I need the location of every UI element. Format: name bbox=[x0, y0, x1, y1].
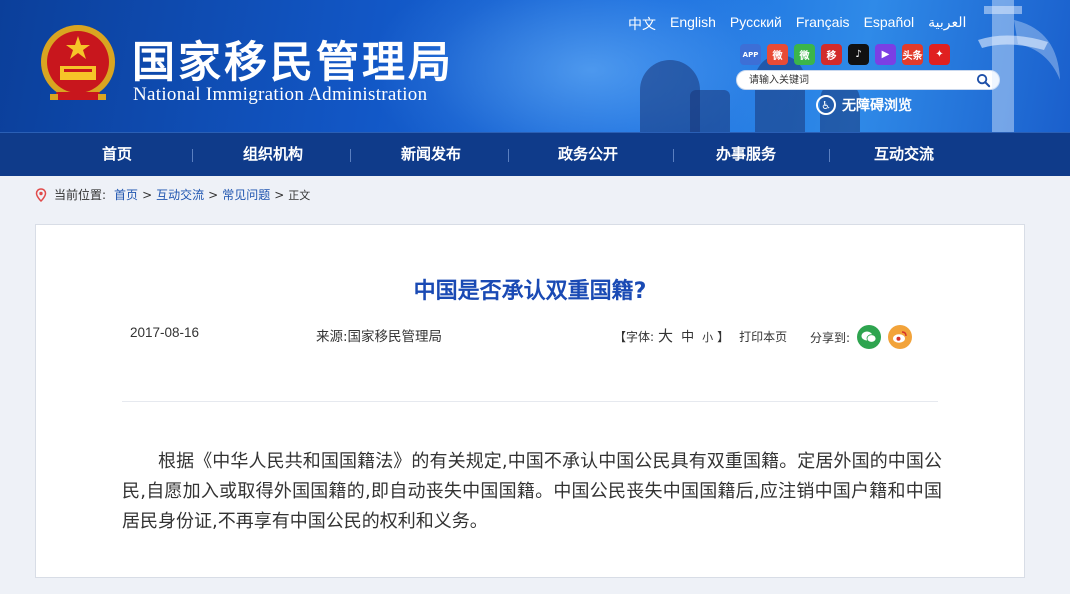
lang-spanish[interactable]: Español bbox=[864, 14, 915, 34]
news-icon[interactable]: ✦ bbox=[929, 44, 950, 65]
location-pin-icon bbox=[35, 187, 47, 202]
breadcrumb-link-interaction[interactable]: 互动交流 bbox=[156, 186, 204, 203]
accessibility-button[interactable]: ♿ 无障碍浏览 bbox=[816, 95, 912, 115]
search-input[interactable] bbox=[749, 73, 969, 88]
huabiao-pillar-icon bbox=[978, 0, 1060, 132]
font-large-button[interactable]: 大 bbox=[658, 325, 673, 346]
tiktok-icon[interactable]: ♪ bbox=[848, 44, 869, 65]
nav-separator bbox=[350, 149, 351, 162]
nav-separator bbox=[829, 149, 830, 162]
article-body: 根据《中华人民共和国国籍法》的有关规定,中国不承认中国公民具有双重国籍。定居外国… bbox=[122, 451, 942, 532]
nav-separator bbox=[508, 149, 509, 162]
site-subtitle: National Immigration Administration bbox=[133, 84, 428, 105]
breadcrumb-label: 当前位置: bbox=[54, 188, 107, 202]
article-date: 2017-08-16 bbox=[130, 325, 200, 340]
nav-news[interactable]: 新闻发布 bbox=[371, 133, 491, 177]
social-icons: APP 微微移 ♪ ▶ 头条 ✦ bbox=[740, 44, 956, 65]
font-small-button[interactable]: 小 bbox=[702, 329, 713, 345]
accessibility-label: 无障碍浏览 bbox=[842, 98, 912, 114]
nav-home[interactable]: 首页 bbox=[57, 133, 177, 177]
breadcrumb-link-home[interactable]: 首页 bbox=[114, 186, 138, 203]
breadcrumb-link-faq[interactable]: 常见问题 bbox=[222, 186, 270, 203]
kuaishou-icon[interactable]: ▶ bbox=[875, 44, 896, 65]
print-button[interactable]: 打印本页 bbox=[739, 328, 787, 345]
header-silhouette bbox=[755, 55, 805, 132]
nav-separator bbox=[673, 149, 674, 162]
lang-chinese[interactable]: 中文 bbox=[628, 14, 656, 34]
weibo-share-icon[interactable] bbox=[888, 325, 913, 349]
app-icon[interactable]: APP bbox=[740, 44, 761, 65]
font-size-controls: 【字体: 大 中 小 】 打印本页 bbox=[614, 325, 788, 346]
toutiao-app-icon[interactable]: 移 bbox=[821, 44, 842, 65]
share-label: 分享到: bbox=[810, 330, 851, 345]
site-header: 国家移民管理局 National Immigration Administrat… bbox=[0, 0, 1070, 132]
article-title: 中国是否承认双重国籍? bbox=[413, 279, 647, 304]
weibo-icon[interactable]: 微 bbox=[767, 44, 788, 65]
nav-services[interactable]: 办事服务 bbox=[686, 133, 806, 177]
font-medium-button[interactable]: 中 bbox=[681, 326, 694, 345]
wechat-share-icon[interactable] bbox=[857, 325, 882, 349]
article-divider bbox=[122, 401, 938, 402]
headline-icon[interactable]: 头条 bbox=[902, 44, 923, 65]
header-silhouette bbox=[690, 90, 730, 132]
main-nav: 首页 组织机构 新闻发布 政务公开 办事服务 互动交流 bbox=[0, 132, 1070, 176]
article-card: 中国是否承认双重国籍? 2017-08-16 来源:国家移民管理局 【字体: 大… bbox=[35, 224, 1025, 578]
nav-government-affairs[interactable]: 政务公开 bbox=[528, 133, 648, 177]
article-source: 来源:国家移民管理局 bbox=[316, 329, 443, 345]
national-emblem-icon[interactable] bbox=[36, 22, 120, 108]
lang-russian[interactable]: Русский bbox=[730, 14, 782, 34]
language-switcher: 中文 English Русский Français Español العر… bbox=[628, 14, 980, 34]
nav-interaction[interactable]: 互动交流 bbox=[844, 133, 964, 177]
breadcrumb: 当前位置: 首页 > 互动交流 > 常见问题 > 正文 bbox=[34, 186, 310, 203]
share-bar: 分享到: bbox=[810, 325, 913, 349]
nav-organization[interactable]: 组织机构 bbox=[213, 133, 333, 177]
nav-separator bbox=[192, 149, 193, 162]
wechat-icon[interactable]: 微 bbox=[794, 44, 815, 65]
lang-english[interactable]: English bbox=[670, 14, 716, 34]
lang-french[interactable]: Français bbox=[796, 14, 850, 34]
site-title[interactable]: 国家移民管理局 bbox=[132, 28, 454, 90]
breadcrumb-current: 正文 bbox=[288, 188, 311, 202]
accessibility-icon: ♿ bbox=[816, 95, 836, 115]
